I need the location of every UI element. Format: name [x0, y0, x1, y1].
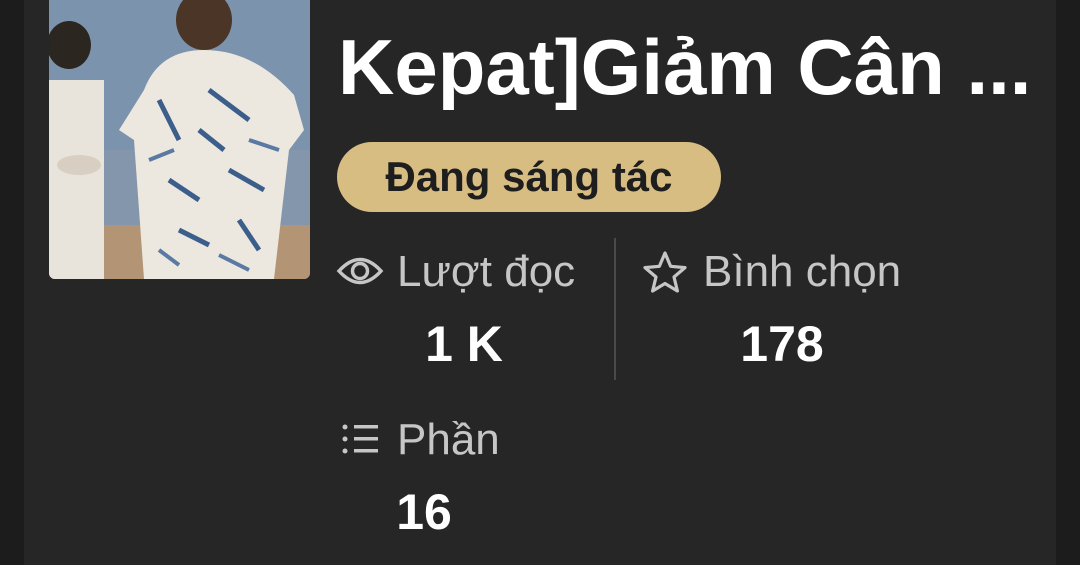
- parts-label: Phần: [397, 415, 500, 464]
- eye-icon: [336, 250, 384, 292]
- story-title: Kepat]Giảm Cân ...: [338, 23, 1028, 111]
- star-icon: [642, 250, 688, 294]
- parts-value: 16: [396, 484, 452, 540]
- list-icon: [342, 422, 380, 456]
- reads-label: Lượt đọc: [397, 247, 576, 296]
- story-cover-image[interactable]: [49, 0, 310, 279]
- votes-label: Bình chọn: [703, 247, 902, 296]
- reads-value: 1 K: [425, 316, 503, 372]
- status-badge: Đang sáng tác: [337, 142, 721, 212]
- stats-divider: [614, 238, 616, 380]
- votes-value: 178: [740, 316, 824, 372]
